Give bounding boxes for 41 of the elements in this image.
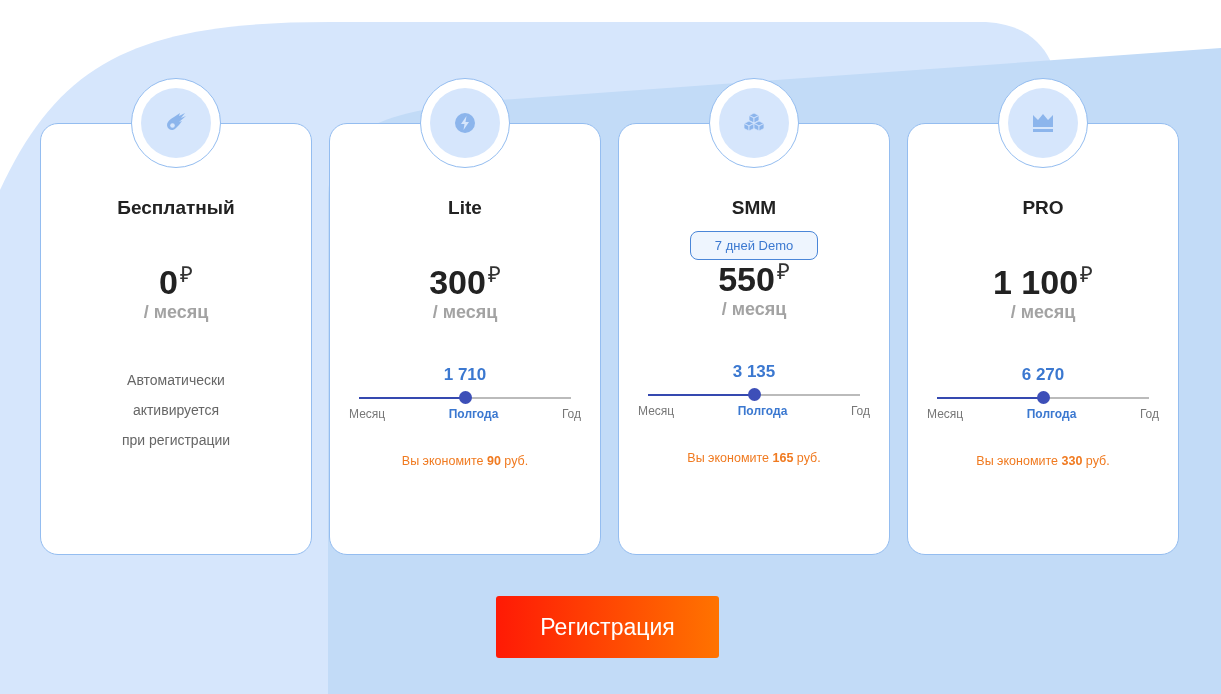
- period-option[interactable]: Полгода: [1026, 407, 1077, 421]
- crown-icon: [1032, 112, 1054, 134]
- lightning-icon: [454, 112, 476, 134]
- slider-track[interactable]: [937, 391, 1149, 404]
- period-option[interactable]: Месяц: [927, 407, 964, 421]
- period-total: 3 135: [732, 362, 776, 382]
- plan-note: при регистрации: [121, 431, 231, 450]
- demo-badge: 7 дней Demo: [689, 231, 819, 260]
- price: 1 100: [992, 263, 1079, 301]
- price: 300: [429, 263, 486, 301]
- plan-name: Бесплатный: [117, 197, 235, 219]
- price-period: / месяц: [721, 298, 787, 320]
- register-button[interactable]: Регистрация: [496, 596, 719, 658]
- slider-track[interactable]: [359, 391, 571, 404]
- currency-sign: ₽: [776, 260, 790, 284]
- price-period: / месяц: [143, 301, 209, 323]
- plan-name: SMM: [731, 197, 777, 219]
- currency-sign: ₽: [487, 263, 501, 287]
- price: 550: [718, 260, 775, 298]
- period-option[interactable]: Год: [561, 407, 581, 421]
- price: 0: [159, 263, 178, 301]
- period-option[interactable]: Год: [850, 404, 870, 418]
- currency-sign: ₽: [179, 263, 193, 287]
- period-total: 6 270: [1021, 365, 1065, 385]
- period-option[interactable]: Месяц: [349, 407, 386, 421]
- period-option[interactable]: Полгода: [737, 404, 788, 418]
- period-option[interactable]: Полгода: [448, 407, 499, 421]
- currency-sign: ₽: [1080, 263, 1094, 287]
- period-option[interactable]: Год: [1139, 407, 1159, 421]
- plan-note: активируется: [131, 401, 221, 420]
- savings-text: Вы экономите 90 руб.: [401, 453, 529, 470]
- slider-track[interactable]: [648, 388, 860, 401]
- savings-text: Вы экономите 330 руб.: [976, 453, 1110, 470]
- period-option[interactable]: Месяц: [638, 404, 675, 418]
- plan-name: PRO: [1022, 197, 1064, 219]
- plan-note: Автоматически: [126, 371, 226, 390]
- savings-text: Вы экономите 165 руб.: [687, 450, 821, 467]
- plan-name: Lite: [448, 197, 482, 219]
- period-total: 1 710: [443, 365, 487, 385]
- price-period: / месяц: [432, 301, 498, 323]
- price-period: / месяц: [1010, 301, 1076, 323]
